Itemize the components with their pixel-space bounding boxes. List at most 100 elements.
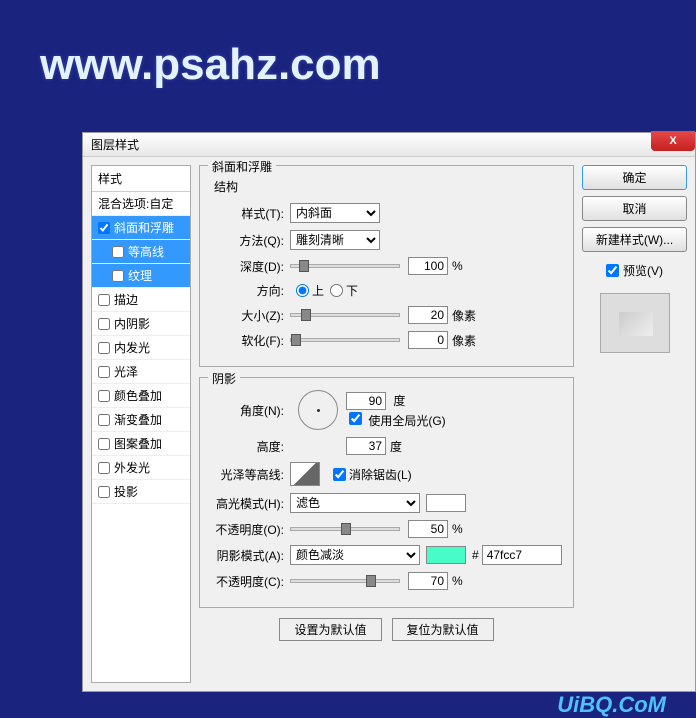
highlight-opacity-input[interactable] <box>408 520 448 538</box>
gradient-overlay-label: 渐变叠加 <box>114 411 162 428</box>
depth-slider[interactable] <box>290 264 400 268</box>
pattern-overlay-label: 图案叠加 <box>114 435 162 452</box>
blend-options-item[interactable]: 混合选项:自定 <box>92 192 190 216</box>
angle-row: 角度(N): 度 使用全局光(G) <box>210 390 563 430</box>
angle-label: 角度(N): <box>210 402 290 419</box>
altitude-row: 高度: 度 <box>210 437 563 455</box>
highlight-opacity-unit: % <box>452 522 463 536</box>
dialog-body: 样式 混合选项:自定 斜面和浮雕 等高线 纹理 描边 内阴影 <box>83 157 695 691</box>
gradient-overlay-checkbox[interactable] <box>98 414 110 426</box>
satin-label: 光泽 <box>114 363 138 380</box>
inner-shadow-item[interactable]: 内阴影 <box>92 312 190 336</box>
drop-shadow-checkbox[interactable] <box>98 486 110 498</box>
inner-shadow-label: 内阴影 <box>114 315 150 332</box>
ok-button[interactable]: 确定 <box>582 165 687 190</box>
cancel-button[interactable]: 取消 <box>582 196 687 221</box>
technique-row: 方法(Q): 雕刻清晰 <box>210 230 563 250</box>
styles-list: 样式 混合选项:自定 斜面和浮雕 等高线 纹理 描边 内阴影 <box>91 165 191 683</box>
outer-glow-item[interactable]: 外发光 <box>92 456 190 480</box>
soften-label: 软化(F): <box>210 332 290 349</box>
soften-unit: 像素 <box>452 332 476 349</box>
structure-title: 结构 <box>214 178 563 195</box>
texture-item[interactable]: 纹理 <box>92 264 190 288</box>
stroke-checkbox[interactable] <box>98 294 110 306</box>
soften-slider[interactable] <box>290 338 400 342</box>
close-button[interactable]: X <box>651 131 695 151</box>
global-light-checkbox[interactable] <box>349 412 362 425</box>
highlight-opacity-label: 不透明度(O): <box>210 521 290 538</box>
texture-label: 纹理 <box>128 267 152 284</box>
color-overlay-item[interactable]: 颜色叠加 <box>92 384 190 408</box>
style-label: 样式(T): <box>210 205 290 222</box>
shadow-opacity-unit: % <box>452 574 463 588</box>
angle-widget[interactable] <box>298 390 338 430</box>
contour-checkbox[interactable] <box>112 246 124 258</box>
angle-unit: 度 <box>393 394 405 408</box>
shadow-mode-select[interactable]: 颜色减淡 <box>290 545 420 565</box>
gloss-contour-picker[interactable] <box>290 462 320 486</box>
depth-input[interactable] <box>408 257 448 275</box>
direction-down-radio[interactable] <box>330 284 343 297</box>
size-slider[interactable] <box>290 313 400 317</box>
direction-up-radio[interactable] <box>296 284 309 297</box>
shadow-opacity-slider[interactable] <box>290 579 400 583</box>
structure-fieldset: 斜面和浮雕 结构 样式(T): 内斜面 方法(Q): 雕刻清晰 深度(D): % <box>199 165 574 367</box>
inner-glow-item[interactable]: 内发光 <box>92 336 190 360</box>
preview-check-row: 预览(V) <box>582 262 687 279</box>
gloss-row: 光泽等高线: 消除锯齿(L) <box>210 462 563 486</box>
pattern-overlay-item[interactable]: 图案叠加 <box>92 432 190 456</box>
shadow-mode-label: 阴影模式(A): <box>210 547 290 564</box>
hex-input[interactable] <box>482 545 562 565</box>
angle-input[interactable] <box>346 392 386 410</box>
layer-style-dialog: 图层样式 X 样式 混合选项:自定 斜面和浮雕 等高线 纹理 描边 <box>82 132 696 692</box>
shadow-opacity-input[interactable] <box>408 572 448 590</box>
satin-checkbox[interactable] <box>98 366 110 378</box>
reset-default-button[interactable]: 复位为默认值 <box>392 618 494 641</box>
stroke-label: 描边 <box>114 291 138 308</box>
inner-shadow-checkbox[interactable] <box>98 318 110 330</box>
color-overlay-label: 颜色叠加 <box>114 387 162 404</box>
drop-shadow-label: 投影 <box>114 483 138 500</box>
new-style-button[interactable]: 新建样式(W)... <box>582 227 687 252</box>
shading-title: 阴影 <box>208 370 240 387</box>
highlight-mode-select[interactable]: 滤色 <box>290 493 420 513</box>
highlight-opacity-slider[interactable] <box>290 527 400 531</box>
color-overlay-checkbox[interactable] <box>98 390 110 402</box>
make-default-button[interactable]: 设置为默认值 <box>279 618 381 641</box>
inner-glow-label: 内发光 <box>114 339 150 356</box>
altitude-input[interactable] <box>346 437 386 455</box>
inner-glow-checkbox[interactable] <box>98 342 110 354</box>
dialog-titlebar[interactable]: 图层样式 X <box>83 133 695 157</box>
texture-checkbox[interactable] <box>112 270 124 282</box>
size-label: 大小(Z): <box>210 307 290 324</box>
shadow-opacity-row: 不透明度(C): % <box>210 572 563 590</box>
direction-label: 方向: <box>210 282 290 299</box>
highlight-color-swatch[interactable] <box>426 494 466 512</box>
gradient-overlay-item[interactable]: 渐变叠加 <box>92 408 190 432</box>
depth-row: 深度(D): % <box>210 257 563 275</box>
shadow-color-swatch[interactable] <box>426 546 466 564</box>
preview-label: 预览(V) <box>623 262 663 279</box>
bevel-fieldset-title: 斜面和浮雕 <box>208 158 276 175</box>
antialiased-label: 消除锯齿(L) <box>349 466 412 483</box>
antialiased-checkbox[interactable] <box>333 468 346 481</box>
shadow-opacity-label: 不透明度(C): <box>210 573 290 590</box>
size-input[interactable] <box>408 306 448 324</box>
technique-select[interactable]: 雕刻清晰 <box>290 230 380 250</box>
bevel-checkbox[interactable] <box>98 222 110 234</box>
default-buttons-row: 设置为默认值 复位为默认值 <box>199 618 574 641</box>
soften-input[interactable] <box>408 331 448 349</box>
highlight-opacity-row: 不透明度(O): % <box>210 520 563 538</box>
drop-shadow-item[interactable]: 投影 <box>92 480 190 504</box>
contour-label: 等高线 <box>128 243 164 260</box>
contour-item[interactable]: 等高线 <box>92 240 190 264</box>
highlight-mode-label: 高光模式(H): <box>210 495 290 512</box>
preview-checkbox[interactable] <box>606 264 619 277</box>
stroke-item[interactable]: 描边 <box>92 288 190 312</box>
satin-item[interactable]: 光泽 <box>92 360 190 384</box>
pattern-overlay-checkbox[interactable] <box>98 438 110 450</box>
style-select[interactable]: 内斜面 <box>290 203 380 223</box>
styles-header[interactable]: 样式 <box>92 166 190 192</box>
bevel-emboss-item[interactable]: 斜面和浮雕 <box>92 216 190 240</box>
outer-glow-checkbox[interactable] <box>98 462 110 474</box>
